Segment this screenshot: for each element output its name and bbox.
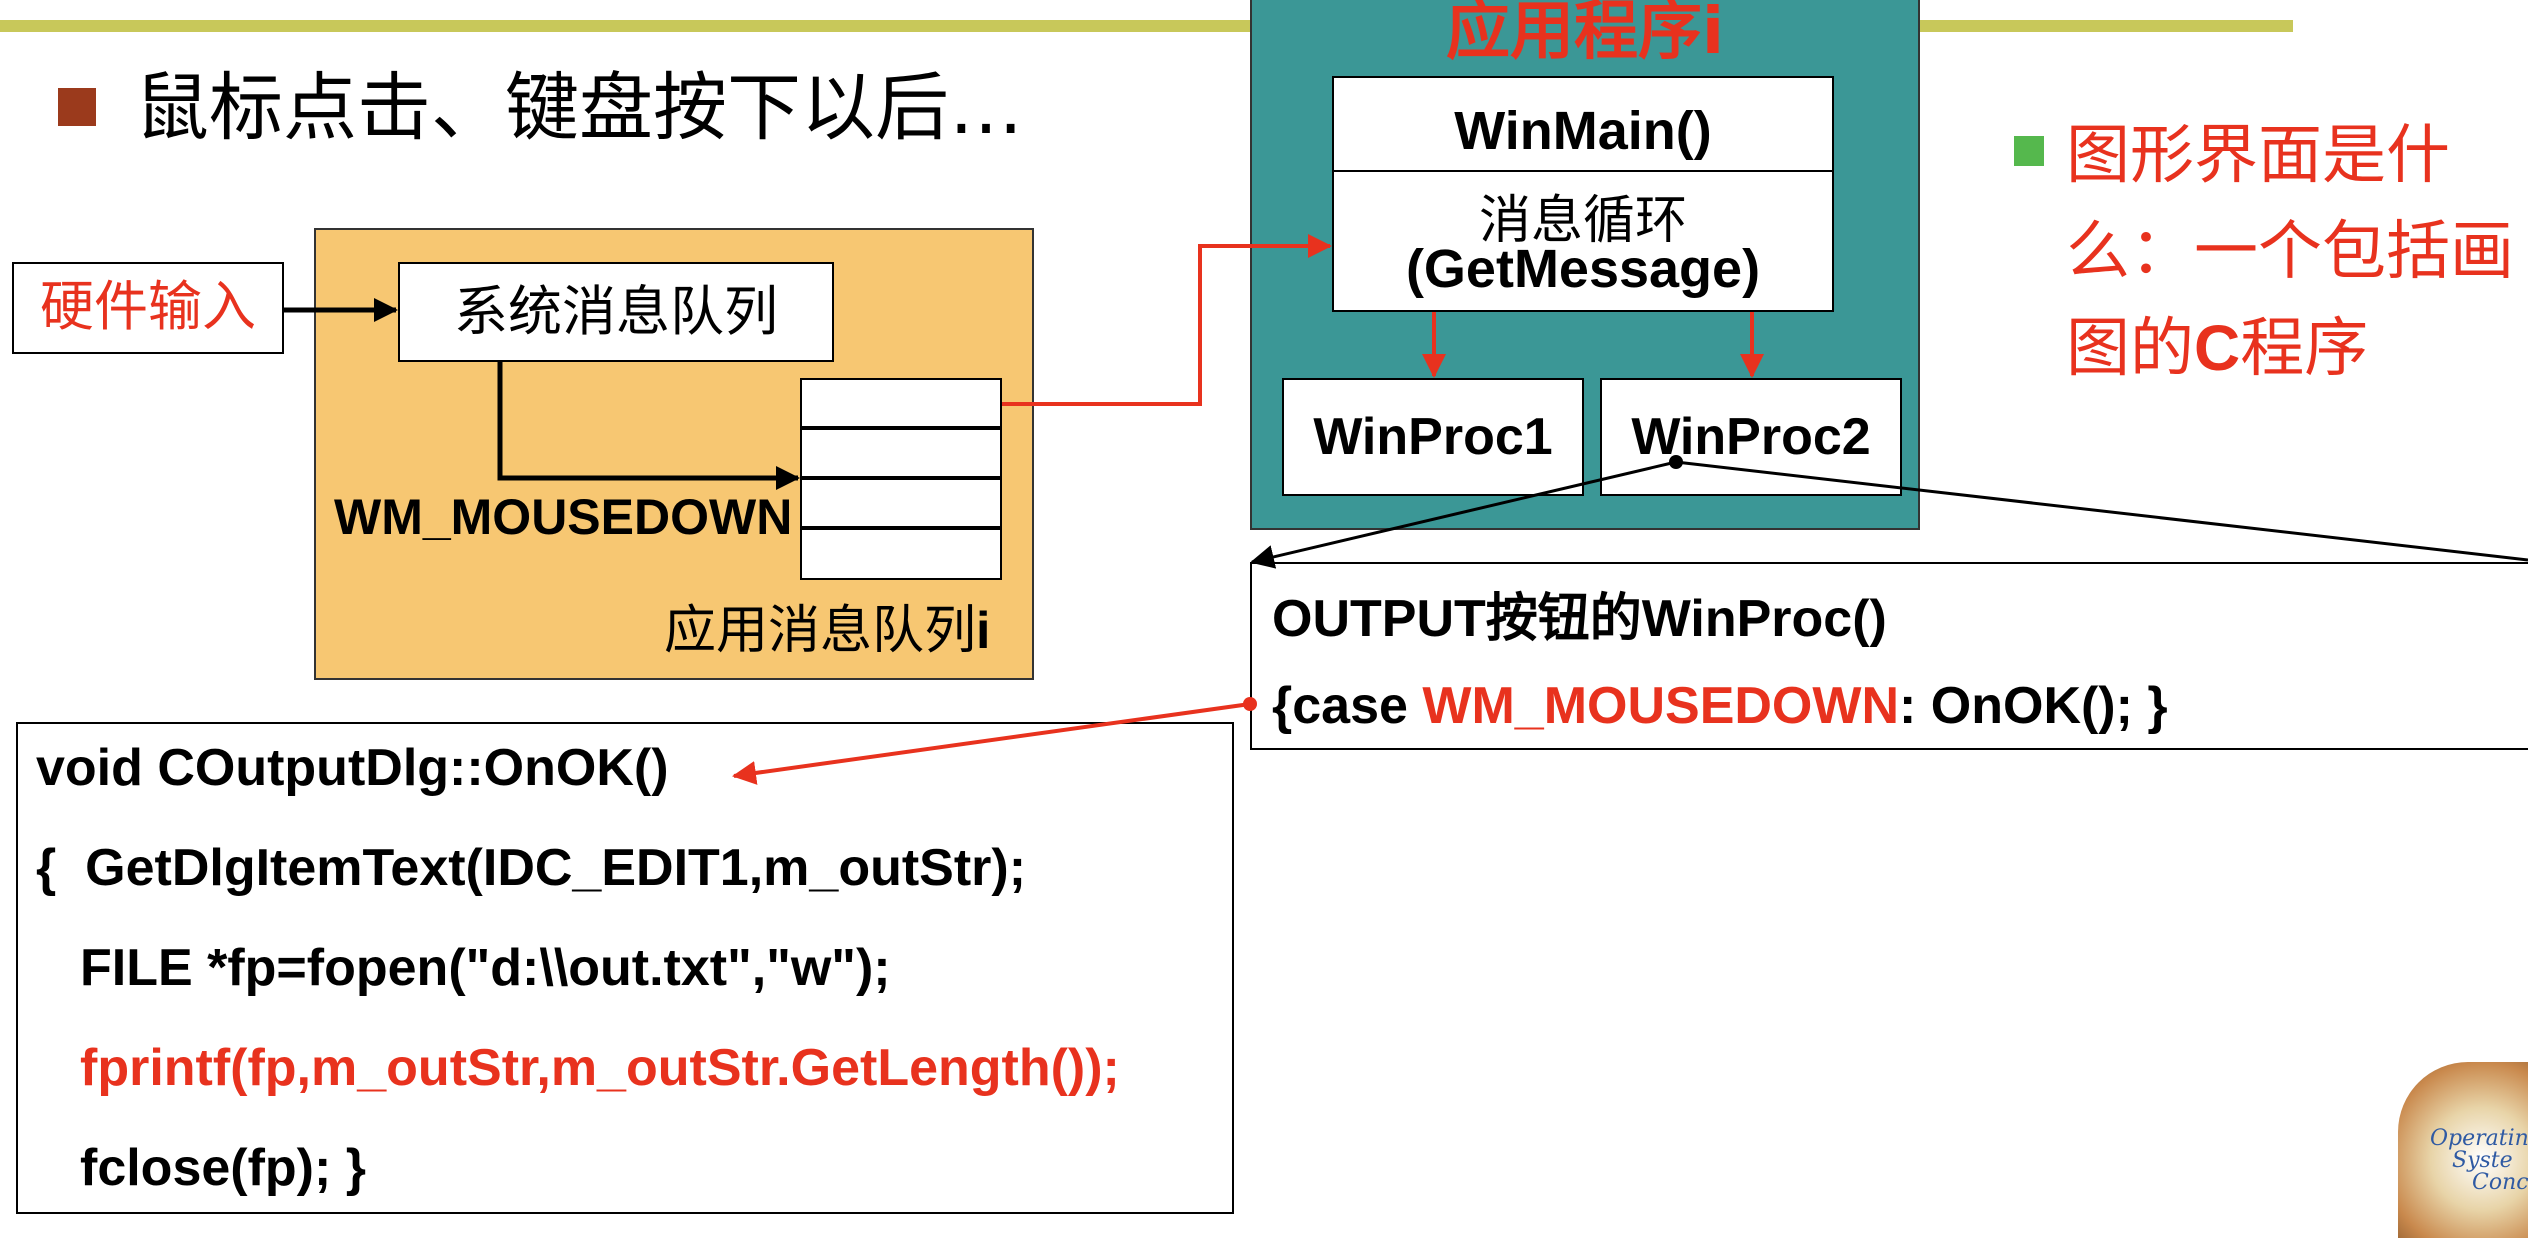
- system-to-app-queue-arrow: [497, 362, 800, 490]
- case-to-onok-arrow: [732, 702, 1251, 785]
- connector-arrows: [284, 234, 2528, 785]
- winproc2-expand-right: [1675, 460, 2528, 562]
- winproc2-expand-left: [1250, 460, 1677, 569]
- queue-to-winmain-arrow: [1002, 234, 1332, 406]
